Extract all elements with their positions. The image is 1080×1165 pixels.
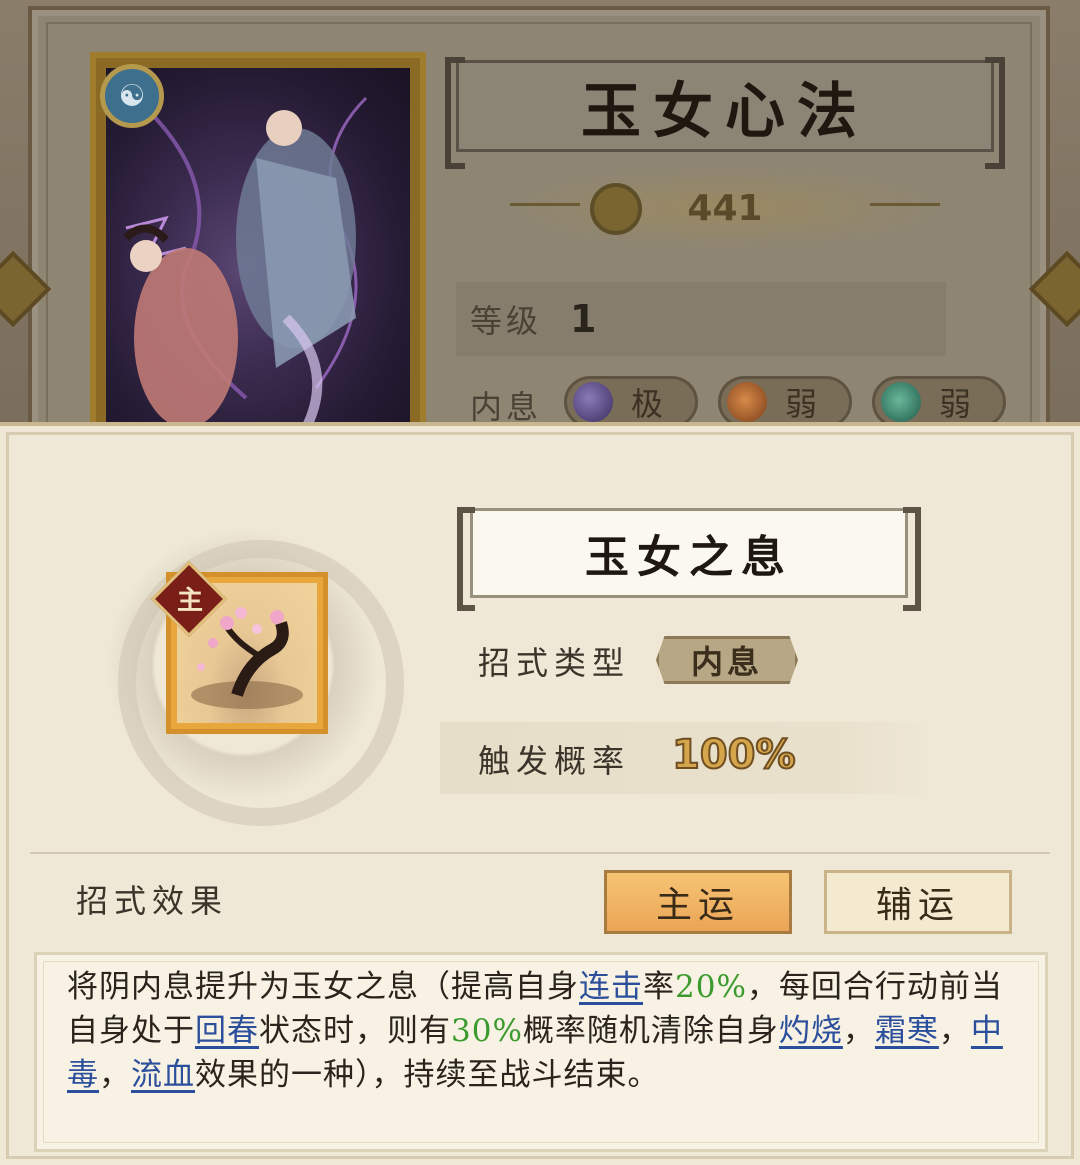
effect-description: 将阴内息提升为玉女之息（提高自身连击率20%，每回合行动前当自身处于回春状态时，… bbox=[67, 969, 1003, 1093]
effect-description-box: 将阴内息提升为玉女之息（提高自身连击率20%，每回合行动前当自身处于回春状态时，… bbox=[34, 952, 1048, 1152]
skill-title-box: 玉女之息 bbox=[457, 507, 921, 611]
tab-label: 主运 bbox=[655, 885, 740, 926]
left-ornament-icon bbox=[510, 203, 580, 213]
number-value: 20% bbox=[675, 969, 747, 1005]
level-row: 等级 1 bbox=[456, 282, 946, 356]
martial-art-title: 玉女心法 bbox=[581, 76, 869, 147]
neixi-pill-yang[interactable]: 弱 bbox=[718, 376, 852, 428]
skill-type-badge: 内息 bbox=[656, 636, 798, 684]
right-ornament-icon bbox=[870, 203, 940, 213]
sword-emblem-icon bbox=[590, 183, 642, 235]
tab-label: 辅运 bbox=[875, 885, 960, 926]
neixi-pill-he[interactable]: 弱 bbox=[872, 376, 1006, 428]
skill-detail-screen: ☯ 玉女心法 441 等级 1 内息 极 弱 弱 主 玉女之息 招式类型 内息 … bbox=[0, 0, 1080, 1165]
neixi-pill-label: 弱 bbox=[785, 385, 818, 423]
divider bbox=[30, 852, 1050, 854]
main-badge-label: 主 bbox=[176, 585, 203, 616]
power-value: 441 bbox=[687, 187, 763, 229]
level-value: 1 bbox=[570, 297, 597, 341]
tab-assist-run[interactable]: 辅运 bbox=[824, 870, 1012, 934]
purple-moon-orb-icon bbox=[573, 382, 613, 422]
keyword-link[interactable]: 回春 bbox=[195, 1013, 259, 1049]
keyword-link[interactable]: 连击 bbox=[579, 969, 643, 1005]
skill-type-value: 内息 bbox=[690, 643, 763, 681]
effect-label: 招式效果 bbox=[76, 882, 229, 920]
martial-art-card-panel: ☯ 玉女心法 441 等级 1 内息 极 弱 弱 bbox=[0, 0, 1080, 436]
trigger-prob-row: 触发概率 100% bbox=[440, 722, 936, 794]
yin-yang-icon: ☯ bbox=[100, 64, 164, 128]
skill-type-label: 招式类型 bbox=[478, 644, 631, 682]
skill-name: 玉女之息 bbox=[585, 532, 793, 583]
number-value: 30% bbox=[451, 1013, 523, 1049]
level-label: 等级 bbox=[470, 302, 543, 340]
power-row: 441 bbox=[500, 165, 950, 251]
green-moon-orb-icon bbox=[881, 382, 921, 422]
keyword-link[interactable]: 霜寒 bbox=[875, 1013, 939, 1049]
keyword-link[interactable]: 流血 bbox=[131, 1057, 195, 1093]
sun-orb-icon bbox=[727, 382, 767, 422]
martial-art-title-box: 玉女心法 bbox=[445, 57, 1005, 169]
neixi-pill-yin[interactable]: 极 bbox=[564, 376, 698, 428]
keyword-link[interactable]: 灼烧 bbox=[779, 1013, 843, 1049]
skill-detail-panel: 主 玉女之息 招式类型 内息 触发概率 100% 招式效果 主运 辅运 将阴内息… bbox=[0, 422, 1080, 1165]
neixi-pill-label: 极 bbox=[631, 385, 664, 423]
neixi-pill-label: 弱 bbox=[939, 385, 972, 423]
trigger-prob-label: 触发概率 bbox=[478, 742, 631, 780]
character-art bbox=[106, 68, 410, 432]
trigger-prob-value: 100% bbox=[671, 731, 797, 779]
tab-main-run[interactable]: 主运 bbox=[604, 870, 792, 934]
